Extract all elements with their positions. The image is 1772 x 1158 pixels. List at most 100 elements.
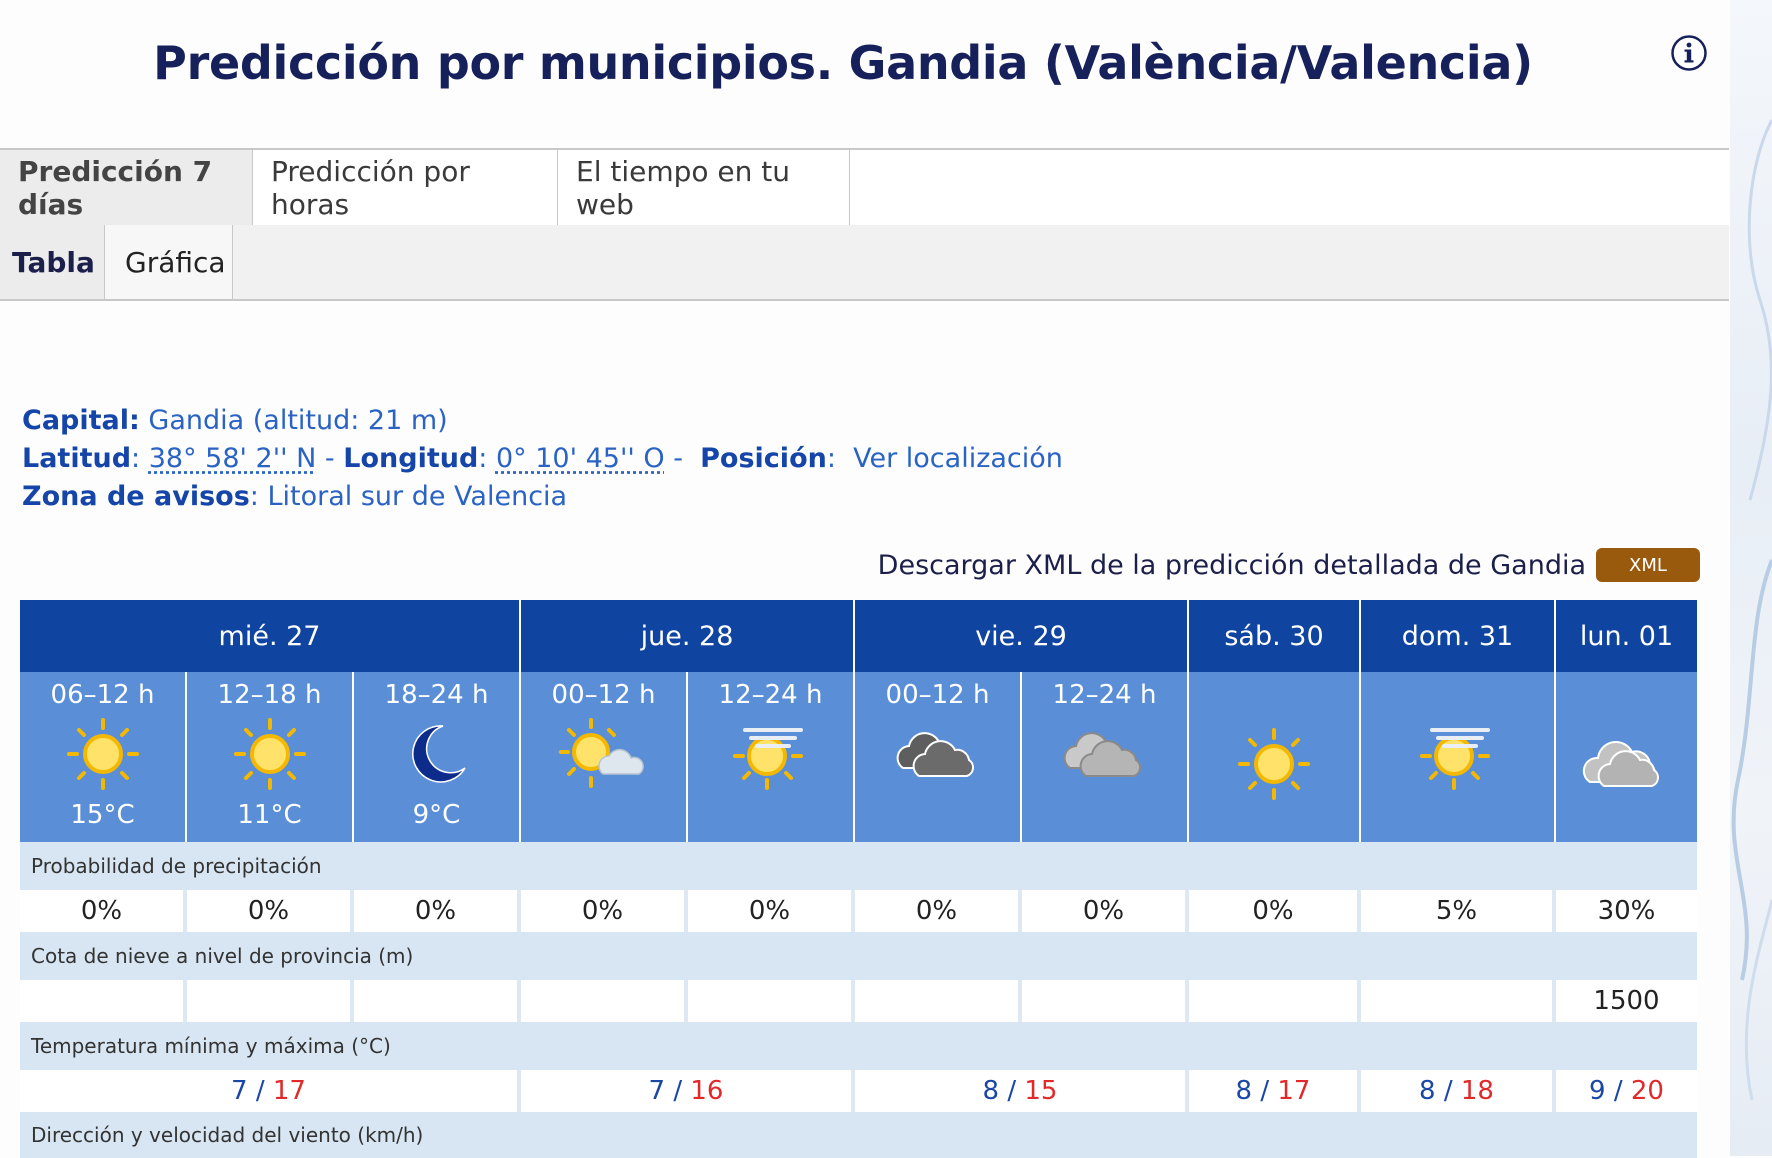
period-hours: 12–24 h [718, 680, 823, 710]
sun-icon [232, 716, 308, 796]
temp-max: 16 [690, 1076, 724, 1106]
day-header: dom. 31 [1361, 600, 1556, 672]
snow-value: 1500 [1556, 980, 1697, 1022]
decorative-side-strip [1730, 0, 1772, 1156]
longitude-key: Longitud [343, 443, 479, 474]
day-header: sáb. 30 [1189, 600, 1361, 672]
day-header: mié. 27 [20, 600, 521, 672]
sun-icon [65, 716, 141, 796]
forecast-table: mié. 27 jue. 28 vie. 29 sáb. 30 dom. 31 … [20, 600, 1697, 1158]
precip-value: 0% [855, 890, 1022, 932]
precip-value: 30% [1556, 890, 1697, 932]
capital-info: Capital: Gandia (altitud: 21 m) Latitud:… [22, 402, 1063, 516]
snow-value [521, 980, 688, 1022]
sun-icon [1236, 726, 1312, 806]
xml-download-button[interactable]: XML [1596, 548, 1700, 582]
precip-value: 0% [688, 890, 855, 932]
period-hours: 12–18 h [217, 680, 322, 710]
period-row: 06–12 h 15°C 12–18 h 11°C 18–24 h 9°C 00… [20, 672, 1697, 842]
snow-value [20, 980, 187, 1022]
precip-value: 0% [521, 890, 688, 932]
day-header: vie. 29 [855, 600, 1189, 672]
period-cell [1556, 672, 1697, 842]
period-hours: 00–12 h [885, 680, 990, 710]
period-cell [1361, 672, 1556, 842]
position-key: Posición [700, 443, 827, 474]
period-temp: 15°C [70, 800, 135, 830]
xml-download-row: Descargar XML de la predicción detallada… [878, 548, 1700, 582]
period-cell: 00–12 h [855, 672, 1022, 842]
temp-min-max: 8 / 15 [855, 1070, 1189, 1112]
period-cell [1189, 672, 1361, 842]
snow-value [1022, 980, 1189, 1022]
latitude-key: Latitud [22, 443, 132, 474]
longitude-value: 0° 10' 45'' O [495, 443, 665, 474]
precip-value: 5% [1361, 890, 1556, 932]
cloud-icon [1582, 726, 1672, 806]
wind-label: Dirección y velocidad del viento (km/h) [20, 1112, 1697, 1158]
period-cell: 00–12 h [521, 672, 688, 842]
temp-min: 8 [1235, 1076, 1253, 1106]
tab-prediccion-7-dias[interactable]: Predicción 7 días [0, 150, 253, 225]
tab-grafica[interactable]: Gráfica [105, 225, 233, 299]
snow-value [855, 980, 1022, 1022]
snow-value [1361, 980, 1556, 1022]
snow-value [354, 980, 521, 1022]
period-cell: 06–12 h 15°C [20, 672, 187, 842]
coordinates-line: Latitud: 38° 58' 2'' N - Longitud: 0° 10… [22, 443, 1063, 474]
page-title: Predicción por municipios. Gandia (Valèn… [153, 36, 1533, 90]
temp-min-max: 9 / 20 [1556, 1070, 1697, 1112]
period-cell: 18–24 h 9°C [354, 672, 521, 842]
period-hours: 06–12 h [50, 680, 155, 710]
temp-min: 9 [1589, 1076, 1606, 1106]
period-hours: 12–24 h [1052, 680, 1157, 710]
precip-value: 0% [20, 890, 187, 932]
position-link[interactable]: Ver localización [853, 443, 1063, 474]
capital-line: Capital: Gandia (altitud: 21 m) [22, 402, 1063, 440]
sun-haze-icon [731, 716, 811, 796]
temp-min: 8 [1419, 1076, 1436, 1106]
precip-row: 0% 0% 0% 0% 0% 0% 0% 0% 5% 30% [20, 890, 1697, 932]
precip-value: 0% [1022, 890, 1189, 932]
latitude-value: 38° 58' 2'' N [148, 443, 317, 474]
period-temp: 11°C [237, 800, 302, 830]
day-header: lun. 01 [1556, 600, 1697, 672]
dark-cloud-icon [893, 716, 983, 796]
moon-icon [399, 716, 475, 796]
capital-key: Capital: [22, 405, 140, 436]
tab-tabla[interactable]: Tabla [0, 225, 105, 299]
zona-avisos-link[interactable]: Litoral sur de Valencia [267, 481, 567, 512]
tab-prediccion-por-horas[interactable]: Predicción por horas [253, 150, 558, 225]
precip-value: 0% [1189, 890, 1361, 932]
period-cell: 12–24 h [1022, 672, 1189, 842]
temp-max: 20 [1630, 1076, 1664, 1106]
info-icon[interactable] [1670, 34, 1708, 72]
xml-download-text: Descargar XML de la predicción detallada… [877, 549, 1586, 581]
period-cell: 12–18 h 11°C [187, 672, 354, 842]
main-tabs: Predicción 7 días Predicción por horas E… [0, 148, 1729, 227]
cloud-icon [1060, 716, 1150, 796]
snow-value [187, 980, 354, 1022]
precip-value: 0% [354, 890, 521, 932]
temp-min-max: 7 / 16 [521, 1070, 855, 1112]
snow-row: 1500 [20, 980, 1697, 1022]
capital-value: Gandia (altitud: 21 m) [148, 405, 448, 436]
day-header-row: mié. 27 jue. 28 vie. 29 sáb. 30 dom. 31 … [20, 600, 1697, 672]
temp-max: 17 [1277, 1076, 1311, 1106]
snow-value [1189, 980, 1361, 1022]
period-hours: 00–12 h [551, 680, 656, 710]
period-hours: 18–24 h [384, 680, 489, 710]
temp-max: 18 [1460, 1076, 1494, 1106]
period-temp: 9°C [412, 800, 461, 830]
zona-avisos-line: Zona de avisos: Litoral sur de Valencia [22, 481, 568, 512]
sun-cloud-icon [558, 716, 649, 796]
tab-el-tiempo-en-tu-web[interactable]: El tiempo en tu web [558, 150, 850, 225]
sun-haze-icon [1418, 716, 1498, 796]
sub-tabs: Tabla Gráfica [0, 225, 1729, 301]
zona-avisos-key: Zona de avisos [22, 481, 250, 512]
temp-row: 7 / 17 7 / 16 8 / 15 8 / 17 8 / 18 9 / 2… [20, 1070, 1697, 1112]
day-header: jue. 28 [521, 600, 855, 672]
temp-min: 7 [231, 1076, 248, 1106]
temp-max: 15 [1024, 1076, 1058, 1106]
snow-label: Cota de nieve a nivel de provincia (m) [20, 932, 1697, 980]
